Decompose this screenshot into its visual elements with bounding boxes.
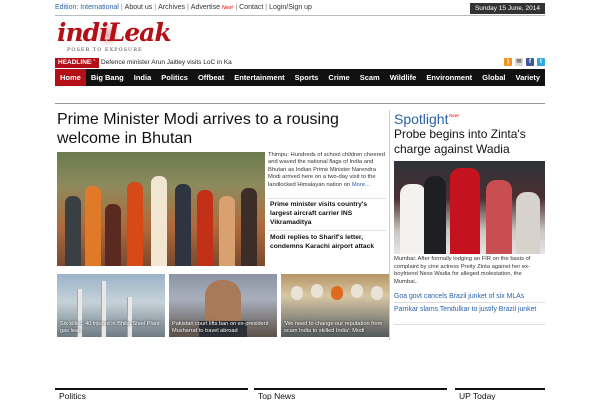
facebook-icon[interactable]: f [526,58,534,66]
spotlight-separator [394,302,545,303]
nav-big-bang[interactable]: Big Bang [86,69,129,86]
archives-link[interactable]: Archives [158,4,185,11]
top-divider [55,15,545,16]
top-links: Edition: International | About us | Archives… [55,4,312,11]
nav-variety[interactable]: Variety [511,69,546,86]
side-headline[interactable]: Modi replies to Sharif's letter, condemn… [270,233,386,251]
main-story-image[interactable] [57,152,265,266]
nav-india[interactable]: India [129,69,157,86]
contact-link[interactable]: Contact [239,4,263,11]
top-utility-bar: Edition: International | About us | Archives… [55,3,545,14]
nav-entertainment[interactable]: Entertainment [229,69,289,86]
thumbnail-story[interactable]: 'We need to change our reputation from s… [281,274,389,337]
mail-icon[interactable]: ✉ [515,58,523,66]
side-headline[interactable]: Prime minister visits country's largest … [270,200,386,227]
about-us-link[interactable]: About us [125,4,153,11]
edition-selector[interactable]: Edition: International [55,4,119,11]
thumbnail-caption: 'We need to change our reputation from s… [284,321,383,334]
spotlight-title: Spotlight [394,111,449,127]
advertise-new-badge: New! [221,5,234,11]
nav-wildlife[interactable]: Wildlife [385,69,422,86]
spotlight-separator [394,324,545,325]
logo-wordmark: indiLeak [57,18,172,47]
section-up-today-header[interactable]: UP Today [455,388,545,400]
twitter-icon[interactable]: t [537,58,545,66]
side-separator [268,198,386,199]
main-story-title[interactable]: Prime Minister Modi arrives to a rousing… [57,110,387,148]
main-story-excerpt: Thimpu: Hundreds of school children chee… [268,152,386,189]
site-logo[interactable]: indiLeak POSER TO EXPOSURE [57,18,182,54]
content-divider [55,103,545,104]
advertise-link[interactable]: Advertise [191,4,220,11]
spotlight-headline[interactable]: Probe begins into Zinta's charge against… [394,127,544,157]
section-top-news-header[interactable]: Top News [254,388,447,400]
rss-icon[interactable]: ) [504,58,512,66]
thumbnail-story[interactable]: Pakistan court lifts ban on ex-president… [169,274,277,337]
nav-offbeat[interactable]: Offbeat [193,69,229,86]
headlines-ticker: HEADLINES Defence minister Arun Jaitley … [55,58,545,68]
section-politics-header[interactable]: Politics [55,388,248,400]
thumbnail-caption: Pakistan court lifts ban on ex-president… [172,321,269,334]
ticker-headline[interactable]: Defence minister Arun Jaitley visits LoC… [101,58,232,68]
nav-sports[interactable]: Sports [290,69,324,86]
nav-scam[interactable]: Scam [355,69,385,86]
nav-home[interactable]: Home [55,69,86,86]
nav-politics[interactable]: Politics [156,69,193,86]
spotlight-link[interactable]: Parrikar slams Tendulkar to justify Braz… [394,305,545,314]
current-date: Sunday 15 June, 2014 [469,3,545,14]
spotlight-link[interactable]: Goa govt cancels Brazil junket of six ML… [394,292,545,301]
login-signup-link[interactable]: Login/Sign up [269,4,312,11]
social-icons: ) ✉ f t [504,58,545,68]
thumbnail-caption: Six killed, 40 injured in Bhilai Steel P… [60,321,160,334]
main-navigation: Home Big Bang India Politics Offbeat Ent… [55,69,545,86]
side-separator [268,230,386,231]
logo-tagline: POSER TO EXPOSURE [67,47,143,53]
read-more-link[interactable]: More... [352,182,370,188]
thumbnail-story[interactable]: Six killed, 40 injured in Bhilai Steel P… [57,274,165,337]
nav-crime[interactable]: Crime [323,69,354,86]
spotlight-new-badge: New! [449,113,460,118]
spotlight-excerpt: Mumbai: After formally lodging an FIR on… [394,256,531,285]
nav-global[interactable]: Global [477,69,510,86]
column-separator [389,110,390,340]
ticker-arrow-icon [92,58,96,68]
nav-environment[interactable]: Environment [421,69,477,86]
spotlight-image[interactable] [394,161,545,254]
